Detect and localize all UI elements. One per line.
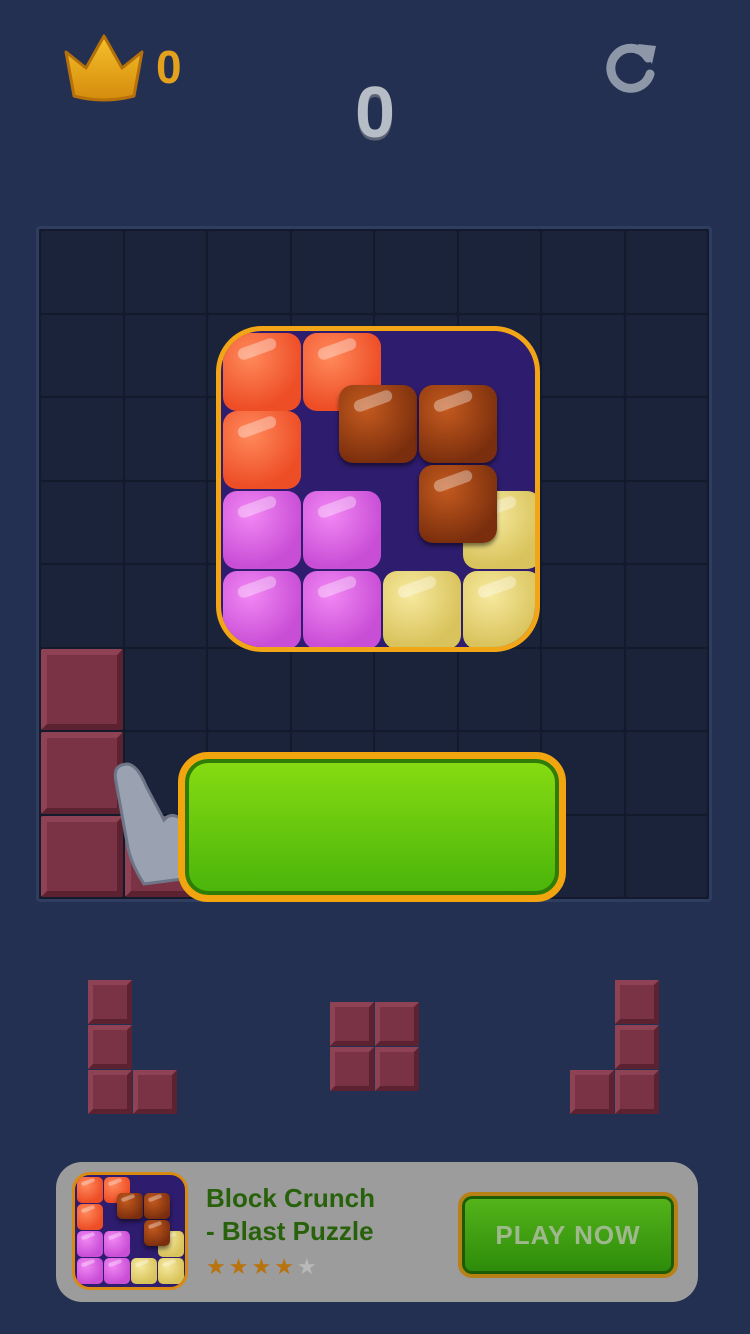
board-cell[interactable]	[291, 231, 373, 313]
piece-block	[375, 1002, 419, 1046]
app-icon	[216, 326, 540, 652]
piece-block	[615, 980, 659, 1024]
board-cell[interactable]	[41, 481, 123, 563]
jelly-block	[77, 1258, 103, 1284]
ad-app-title: Block Crunch - Blast Puzzle	[206, 1182, 375, 1248]
jelly-block	[303, 491, 381, 569]
board-cell[interactable]	[41, 231, 123, 313]
board-cell[interactable]	[625, 648, 707, 730]
board-cell[interactable]	[375, 231, 457, 313]
piece-block	[375, 1047, 419, 1091]
jelly-block	[77, 1204, 103, 1230]
board-cell[interactable]	[458, 231, 540, 313]
ad-banner[interactable]: Block Crunch - Blast Puzzle ★★★★★ PLAY N…	[56, 1162, 698, 1302]
star-icon: ★	[296, 1254, 320, 1279]
board-cell[interactable]	[41, 565, 123, 647]
piece-block	[330, 1002, 374, 1046]
piece-block	[330, 1047, 374, 1091]
piece-block	[615, 1070, 659, 1114]
board-cell[interactable]	[542, 648, 624, 730]
board-cell[interactable]	[375, 648, 457, 730]
jelly-block	[77, 1177, 103, 1203]
jelly-block	[463, 571, 535, 647]
jelly-block	[144, 1220, 170, 1246]
board-cell[interactable]	[124, 565, 206, 647]
jelly-block	[117, 1193, 143, 1219]
ad-title-line1: Block Crunch	[206, 1183, 376, 1213]
jelly-block	[223, 411, 301, 489]
jelly-block	[104, 1231, 130, 1257]
ad-app-icon	[72, 1172, 188, 1290]
jelly-block	[419, 465, 497, 543]
jelly-block	[104, 1258, 130, 1284]
board-cell[interactable]	[208, 648, 290, 730]
jelly-block	[303, 571, 381, 647]
board-cell[interactable]	[625, 481, 707, 563]
board-cell[interactable]	[458, 648, 540, 730]
board-cell-filled[interactable]	[41, 648, 123, 730]
board-cell[interactable]	[542, 314, 624, 396]
piece-block	[133, 1070, 177, 1114]
continue-button[interactable]	[178, 752, 566, 902]
star-icon: ★	[251, 1254, 275, 1279]
board-cell[interactable]	[625, 732, 707, 814]
board-cell[interactable]	[625, 398, 707, 480]
board-cell[interactable]	[124, 314, 206, 396]
jelly-block	[158, 1258, 184, 1284]
jelly-block	[77, 1231, 103, 1257]
board-cell[interactable]	[542, 481, 624, 563]
board-cell[interactable]	[41, 314, 123, 396]
board-cell[interactable]	[41, 398, 123, 480]
piece-block	[88, 1025, 132, 1069]
board-cell[interactable]	[625, 815, 707, 897]
jelly-block	[419, 385, 497, 463]
board-cell[interactable]	[208, 231, 290, 313]
jelly-block	[223, 571, 301, 647]
board-cell[interactable]	[124, 398, 206, 480]
star-icon: ★	[274, 1254, 297, 1279]
board-cell[interactable]	[625, 565, 707, 647]
piece-block	[615, 1025, 659, 1069]
board-cell[interactable]	[625, 231, 707, 313]
board-cell[interactable]	[124, 648, 206, 730]
ad-title-line2: - Blast Puzzle	[206, 1216, 374, 1246]
board-cell[interactable]	[542, 565, 624, 647]
ad-rating-stars: ★★★★★	[206, 1254, 320, 1280]
star-icon: ★	[228, 1254, 252, 1279]
jelly-block	[383, 571, 461, 647]
piece-block	[570, 1070, 614, 1114]
board-cell[interactable]	[124, 231, 206, 313]
play-now-button[interactable]: PLAY NOW	[458, 1192, 678, 1278]
board-cell[interactable]	[542, 231, 624, 313]
jelly-block	[223, 491, 301, 569]
jelly-block	[131, 1258, 157, 1284]
jelly-block	[223, 333, 301, 411]
board-cell[interactable]	[625, 314, 707, 396]
piece-block	[88, 980, 132, 1024]
board-cell[interactable]	[542, 398, 624, 480]
jelly-block	[339, 385, 417, 463]
piece-block	[88, 1070, 132, 1114]
current-score: 0	[354, 73, 396, 153]
board-cell[interactable]	[124, 481, 206, 563]
jelly-block	[144, 1193, 170, 1219]
star-icon: ★	[206, 1254, 229, 1279]
board-cell[interactable]	[291, 648, 373, 730]
